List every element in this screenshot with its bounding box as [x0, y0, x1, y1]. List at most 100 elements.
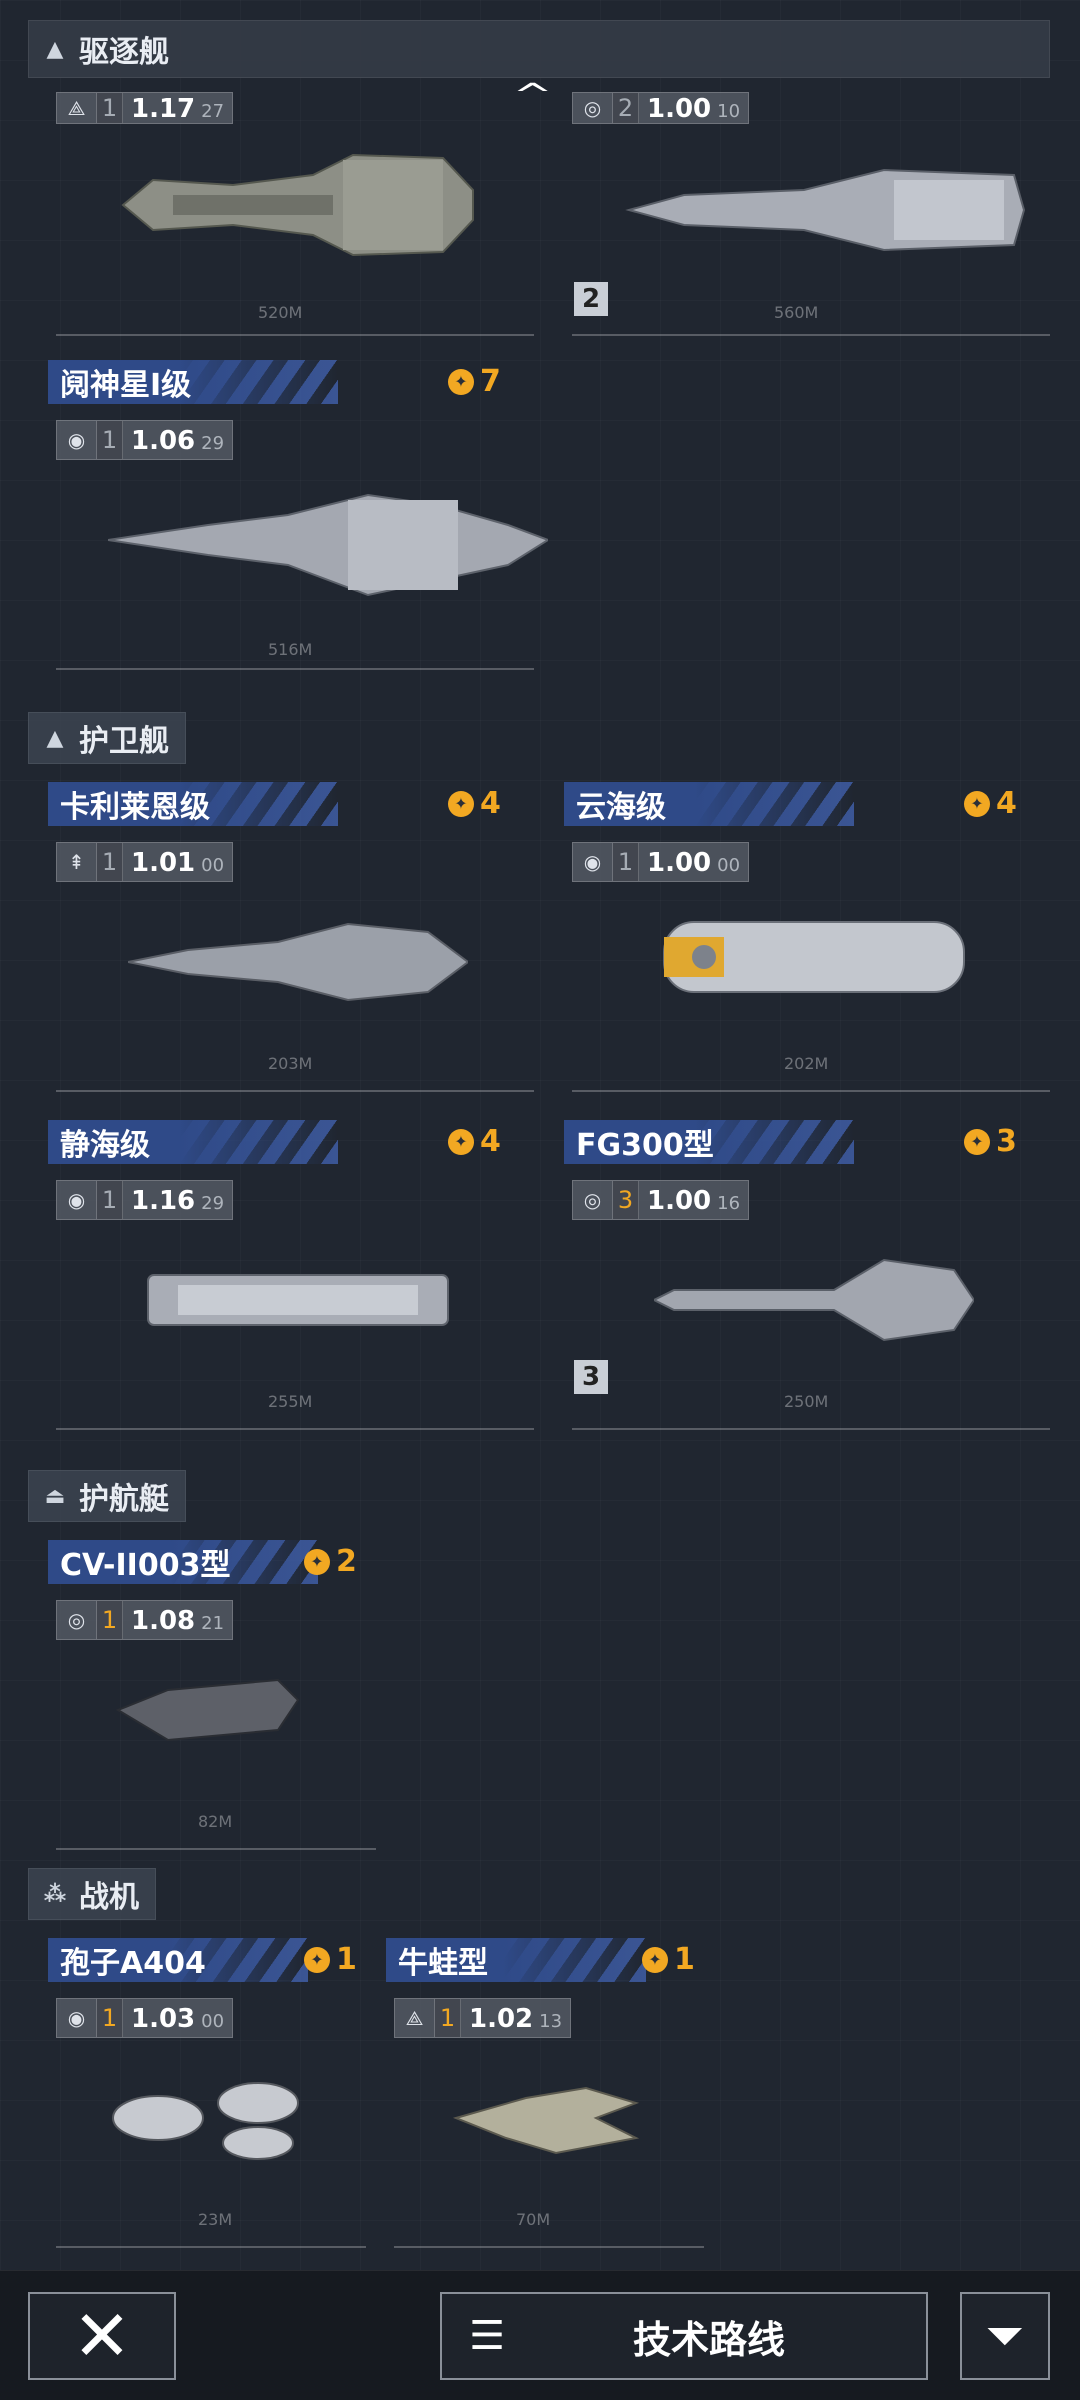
ship-class-icon: ◉ — [573, 843, 613, 881]
ship-baseline — [572, 322, 1050, 336]
section-title: 护卫舰 — [79, 724, 169, 759]
stat-value: 1.00 10 — [647, 94, 741, 124]
ship-stats: ◎ 1 1.08 21 — [56, 1600, 234, 1640]
rank-value: 3 — [613, 1181, 639, 1219]
frigate-icon: ▲ — [46, 725, 64, 751]
cost-badge: ✦ 1 — [642, 1942, 695, 1977]
ship-length: 202M — [784, 1054, 829, 1073]
close-icon: ✕ — [72, 2295, 132, 2377]
cost-icon: ✦ — [448, 368, 474, 395]
ship-stats: ◉ 1 1.03 00 — [56, 1998, 234, 2038]
destroyer-icon: ▲ — [46, 36, 64, 62]
ship-card-cv11003[interactable]: CV-II003型 ✦ 2 ◎ 1 1.08 21 82M — [28, 1540, 378, 1860]
ship-card-jinghai[interactable]: 静海级 ✦ 4 ◉ 1 1.16 29 255M — [28, 1120, 548, 1440]
ship-length: 23M — [198, 2210, 233, 2229]
filter-button[interactable]: ⏷ — [960, 2292, 1050, 2380]
tech-tree-icon: ☰ — [469, 2313, 505, 2359]
ship-image — [654, 1258, 974, 1342]
globe-icon: ◎ — [57, 1601, 97, 1639]
ship-class-icon: ⟁ — [57, 93, 97, 123]
ship-name: 孢子A404 — [48, 1938, 308, 1982]
cost-icon: ✦ — [304, 1548, 330, 1575]
ship-name: FG300型 — [564, 1120, 854, 1164]
ship-stats: ⟁ 1 1.02 13 — [394, 1998, 572, 2038]
ship-stats: ◉ 1 1.16 29 — [56, 1180, 234, 1220]
rank-value: 1 — [97, 93, 123, 123]
tech-route-button[interactable]: ☰ 技术路线 — [440, 2292, 928, 2380]
ship-image — [147, 1274, 449, 1326]
filter-icon: ⏷ — [985, 2307, 1025, 2364]
rank-value: 1 — [435, 1999, 461, 2037]
cost-icon: ✦ — [964, 790, 990, 817]
ship-baseline — [56, 1836, 376, 1850]
ship-length: 82M — [198, 1812, 233, 1831]
ship-stats: ◎ 3 1.00 16 — [572, 1180, 750, 1220]
rank-value: 1 — [613, 843, 639, 881]
ship-image — [121, 153, 474, 257]
rank-value: 1 — [97, 1601, 123, 1639]
stat-value: 1.00 16 — [647, 1186, 741, 1216]
tier-badge: 3 — [574, 1360, 608, 1394]
stat-value: 1.16 29 — [131, 1186, 225, 1216]
ship-card-niuwa[interactable]: 牛蛙型 ✦ 1 ⟁ 1 1.02 13 70M — [366, 1938, 706, 2258]
ship-class-icon: ◉ — [57, 1999, 97, 2037]
ship-image — [625, 168, 1026, 252]
ship-stats: ◉ 1 1.06 29 — [56, 420, 234, 460]
ship-class-icon: ◉ — [57, 421, 97, 459]
ship-card-baozi[interactable]: 孢子A404 ✦ 1 ◉ 1 1.03 00 23M — [28, 1938, 368, 2258]
ship-stats: ◉ 1 1.00 00 — [572, 842, 750, 882]
section-title: 护航艇 — [79, 1482, 169, 1517]
ship-card-partial-left[interactable]: ⟁ 1 1.17 27 520M — [28, 60, 548, 350]
ship-length: 250M — [784, 1392, 829, 1411]
tier-badge: 2 — [574, 282, 608, 316]
ship-card-fg300[interactable]: FG300型 ✦ 3 ◎ 3 1.00 16 3 250M — [544, 1120, 1064, 1440]
ship-baseline — [56, 2234, 366, 2248]
ship-name: 卡利莱恩级 — [48, 782, 338, 826]
ship-image — [128, 922, 468, 1002]
section-header-frigate[interactable]: ▲ 护卫舰 — [28, 712, 186, 764]
stat-value: 1.06 29 — [131, 426, 225, 456]
ship-baseline — [56, 656, 534, 670]
ship-image — [112, 2082, 299, 2160]
ship-name: 阋神星Ⅰ级 — [48, 360, 338, 404]
ship-class-icon: ⇞ — [57, 843, 97, 881]
ship-name: 静海级 — [48, 1120, 338, 1164]
ship-baseline — [56, 1416, 534, 1430]
ship-length: 560M — [774, 303, 819, 322]
ship-class-icon: ◉ — [57, 1181, 97, 1219]
section-header-fighter[interactable]: ⁂ 战机 — [28, 1868, 156, 1920]
stat-value: 1.01 00 — [131, 848, 225, 878]
ship-image — [108, 493, 548, 597]
section-header-corvette[interactable]: ⏏ 护航艇 — [28, 1470, 186, 1522]
stat-value: 1.17 27 — [131, 94, 225, 124]
ship-card-yueshen[interactable]: 阋神星Ⅰ级 ✦ 7 ◉ 1 1.06 29 516M — [28, 360, 548, 680]
close-button[interactable]: ✕ — [28, 2292, 176, 2380]
ship-card-kalilaien[interactable]: 卡利莱恩级 ✦ 4 ⇞ 1 1.01 00 203M — [28, 782, 548, 1102]
ship-card-partial-right[interactable]: ◎ 2 1.00 10 2 560M — [544, 60, 1064, 350]
fighter-icon: ⁂ — [43, 1881, 67, 1907]
ship-stats: ⟁ 1 1.17 27 — [56, 92, 234, 124]
ship-name: 牛蛙型 — [386, 1938, 646, 1982]
cost-badge: ✦ 4 — [448, 786, 501, 821]
globe-icon: ◎ — [573, 1181, 613, 1219]
cost-icon: ✦ — [448, 1128, 474, 1155]
ship-image — [115, 1678, 300, 1742]
globe-icon: ◎ — [573, 93, 613, 123]
rank-value: 1 — [97, 1999, 123, 2037]
ship-baseline — [56, 1078, 534, 1092]
ship-stats: ◎ 2 1.00 10 — [572, 92, 750, 124]
cost-icon: ✦ — [964, 1128, 990, 1155]
ship-length: 255M — [268, 1392, 313, 1411]
ship-length: 70M — [516, 2210, 551, 2229]
ship-baseline — [572, 1078, 1050, 1092]
ship-stats: ⇞ 1 1.01 00 — [56, 842, 234, 882]
cost-badge: ✦ 7 — [448, 364, 501, 399]
stat-value: 1.00 00 — [647, 848, 741, 878]
stat-value: 1.03 00 — [131, 2004, 225, 2034]
ship-card-yunhai[interactable]: 云海级 ✦ 4 ◉ 1 1.00 00 202M — [544, 782, 1064, 1102]
cost-icon: ✦ — [642, 1946, 668, 1973]
cost-icon: ✦ — [304, 1946, 330, 1973]
ship-image — [663, 921, 965, 993]
ship-baseline — [394, 2234, 704, 2248]
cost-badge: ✦ 1 — [304, 1942, 357, 1977]
